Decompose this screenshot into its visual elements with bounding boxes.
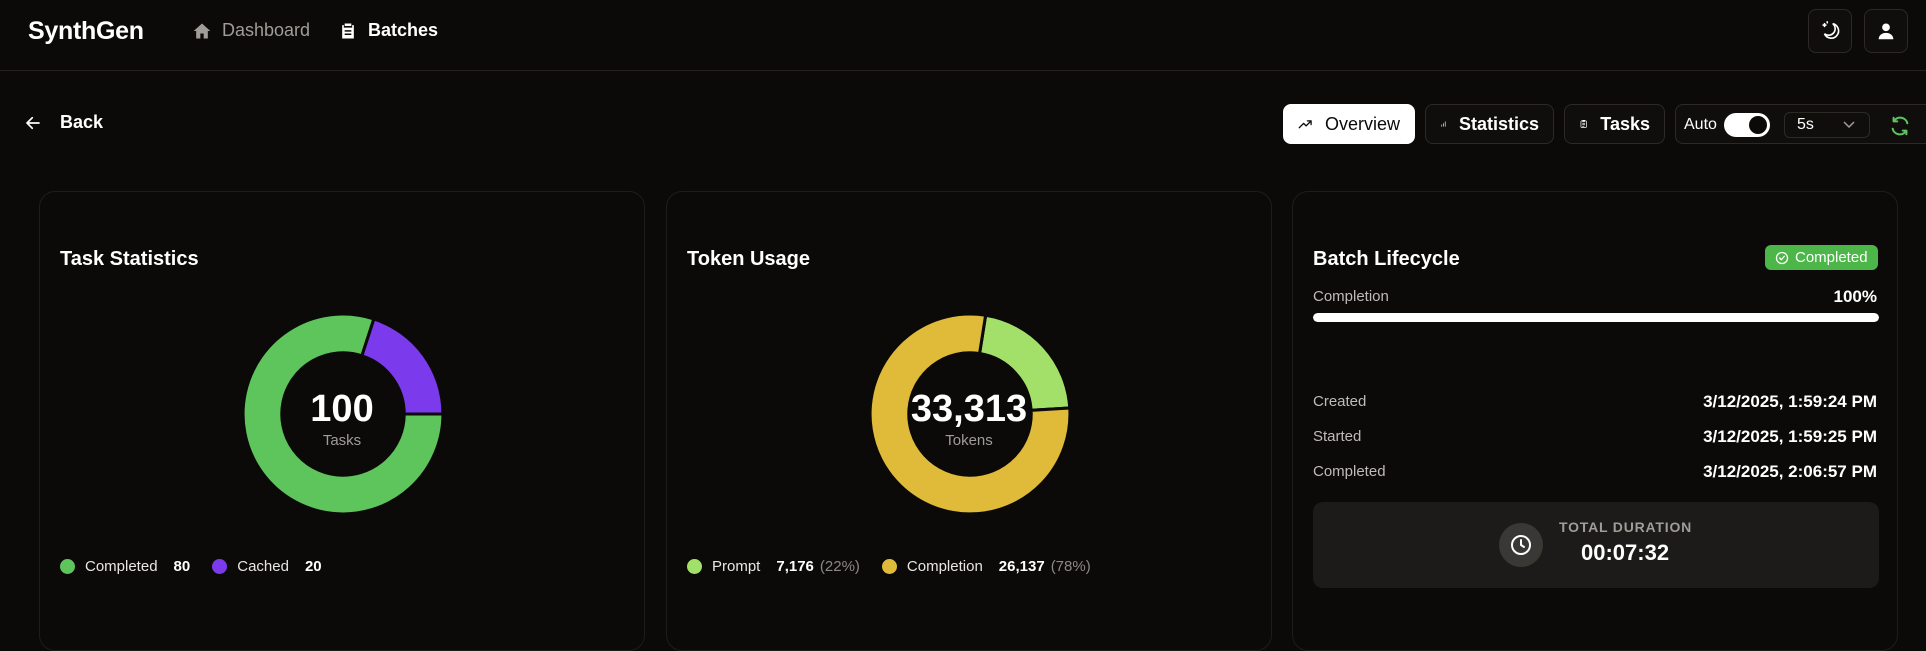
progress-fill — [1313, 313, 1879, 322]
batch-lifecycle-card: Batch Lifecycle Completed Completion 100… — [1292, 191, 1898, 651]
completion-label: Completion — [1313, 288, 1389, 305]
completed-value: 3/12/2025, 2:06:57 PM — [1703, 462, 1877, 481]
chevron-down-icon — [1843, 121, 1855, 129]
tab-overview-label: Overview — [1324, 113, 1400, 134]
user-menu-button[interactable] — [1864, 9, 1908, 53]
back-button[interactable]: Back — [24, 112, 103, 133]
legend-value: 26,137 — [998, 558, 1045, 575]
duration-value: 00:07:32 — [1581, 540, 1670, 565]
nav-dashboard-label: Dashboard — [222, 20, 311, 40]
bar-chart-icon — [1441, 121, 1446, 127]
donut-center-value: 33,313 — [910, 388, 1028, 430]
auto-refresh-toggle[interactable] — [1724, 113, 1770, 137]
nav-batches-label: Batches — [368, 20, 439, 40]
clipboard-icon — [342, 23, 354, 38]
card-title: Task Statistics — [60, 248, 199, 270]
clipboard-list-icon — [1580, 119, 1587, 128]
legend-dot-completion — [881, 559, 897, 574]
interval-value: 5s — [1797, 116, 1814, 133]
home-icon — [193, 23, 211, 38]
status-badge-label: Completed — [1795, 249, 1868, 266]
legend-percent: (78%) — [1050, 558, 1091, 575]
refresh-icon[interactable] — [1889, 115, 1911, 137]
legend-label: Completion — [906, 558, 983, 575]
created-value: 3/12/2025, 1:59:24 PM — [1703, 392, 1877, 411]
card-title: Token Usage — [687, 248, 810, 270]
top-navbar: SynthGen Dashboard Batches — [0, 0, 1926, 71]
status-badge: Completed — [1765, 245, 1878, 270]
total-duration-panel: TOTAL DURATION 00:07:32 — [1313, 502, 1879, 588]
interval-select[interactable]: 5s — [1784, 112, 1870, 138]
chart-legend: Completed 80 Cached 20 — [60, 558, 328, 575]
tab-statistics[interactable]: Statistics — [1425, 104, 1554, 144]
legend-label: Cached — [237, 558, 289, 575]
donut-center-label: Tasks — [322, 432, 362, 449]
completion-value: 100% — [1833, 287, 1877, 306]
donut-center-label: Tokens — [945, 432, 993, 449]
clock-icon-wrap — [1499, 523, 1543, 567]
arrow-left-icon — [26, 116, 40, 129]
auto-refresh-label: Auto — [1684, 116, 1717, 133]
check-circle-icon — [1775, 251, 1789, 264]
donut-center-value: 100 — [310, 388, 374, 430]
back-label: Back — [60, 112, 104, 132]
legend-label: Completed — [85, 558, 158, 575]
tab-statistics-label: Statistics — [1458, 113, 1539, 134]
clock-icon — [1511, 535, 1531, 555]
auto-refresh-group: Auto 5s — [1675, 104, 1926, 144]
tab-overview[interactable]: Overview — [1283, 104, 1415, 144]
completion-progress-bar — [1313, 313, 1879, 322]
legend-value: 7,176 — [776, 558, 814, 575]
user-icon — [1878, 23, 1894, 40]
task-statistics-card: Task Statistics 100 Tasks Completed 80 C… — [39, 191, 645, 651]
legend-dot-completed — [60, 559, 75, 574]
chart-legend: Prompt 7,176 (22%) Completion 26,137 (78… — [687, 558, 1113, 575]
duration-label: TOTAL DURATION — [1559, 519, 1693, 535]
tab-tasks[interactable]: Tasks — [1564, 104, 1665, 144]
legend-value: 20 — [304, 558, 322, 575]
started-label: Started — [1313, 428, 1362, 445]
theme-toggle-button[interactable] — [1808, 9, 1852, 53]
card-title: Batch Lifecycle — [1313, 248, 1460, 270]
legend-dot-prompt — [687, 559, 702, 574]
legend-label: Prompt — [712, 558, 761, 575]
theme-toggle-icon — [1822, 21, 1840, 39]
token-usage-card: Token Usage 33,313 Tokens Prompt 7,176 (… — [666, 191, 1272, 651]
trending-up-icon — [1298, 120, 1312, 129]
toggle-knob — [1749, 116, 1767, 134]
started-value: 3/12/2025, 1:59:25 PM — [1703, 427, 1877, 446]
legend-dot-cached — [212, 559, 228, 574]
brand-logo[interactable]: SynthGen — [28, 17, 144, 46]
tab-tasks-label: Tasks — [1600, 113, 1650, 134]
created-label: Created — [1313, 393, 1367, 410]
nav-dashboard[interactable]: Dashboard — [192, 20, 310, 41]
legend-percent: (22%) — [819, 558, 860, 575]
legend-value: 80 — [173, 558, 191, 575]
completed-label: Completed — [1313, 463, 1386, 480]
nav-batches[interactable]: Batches — [338, 20, 438, 41]
